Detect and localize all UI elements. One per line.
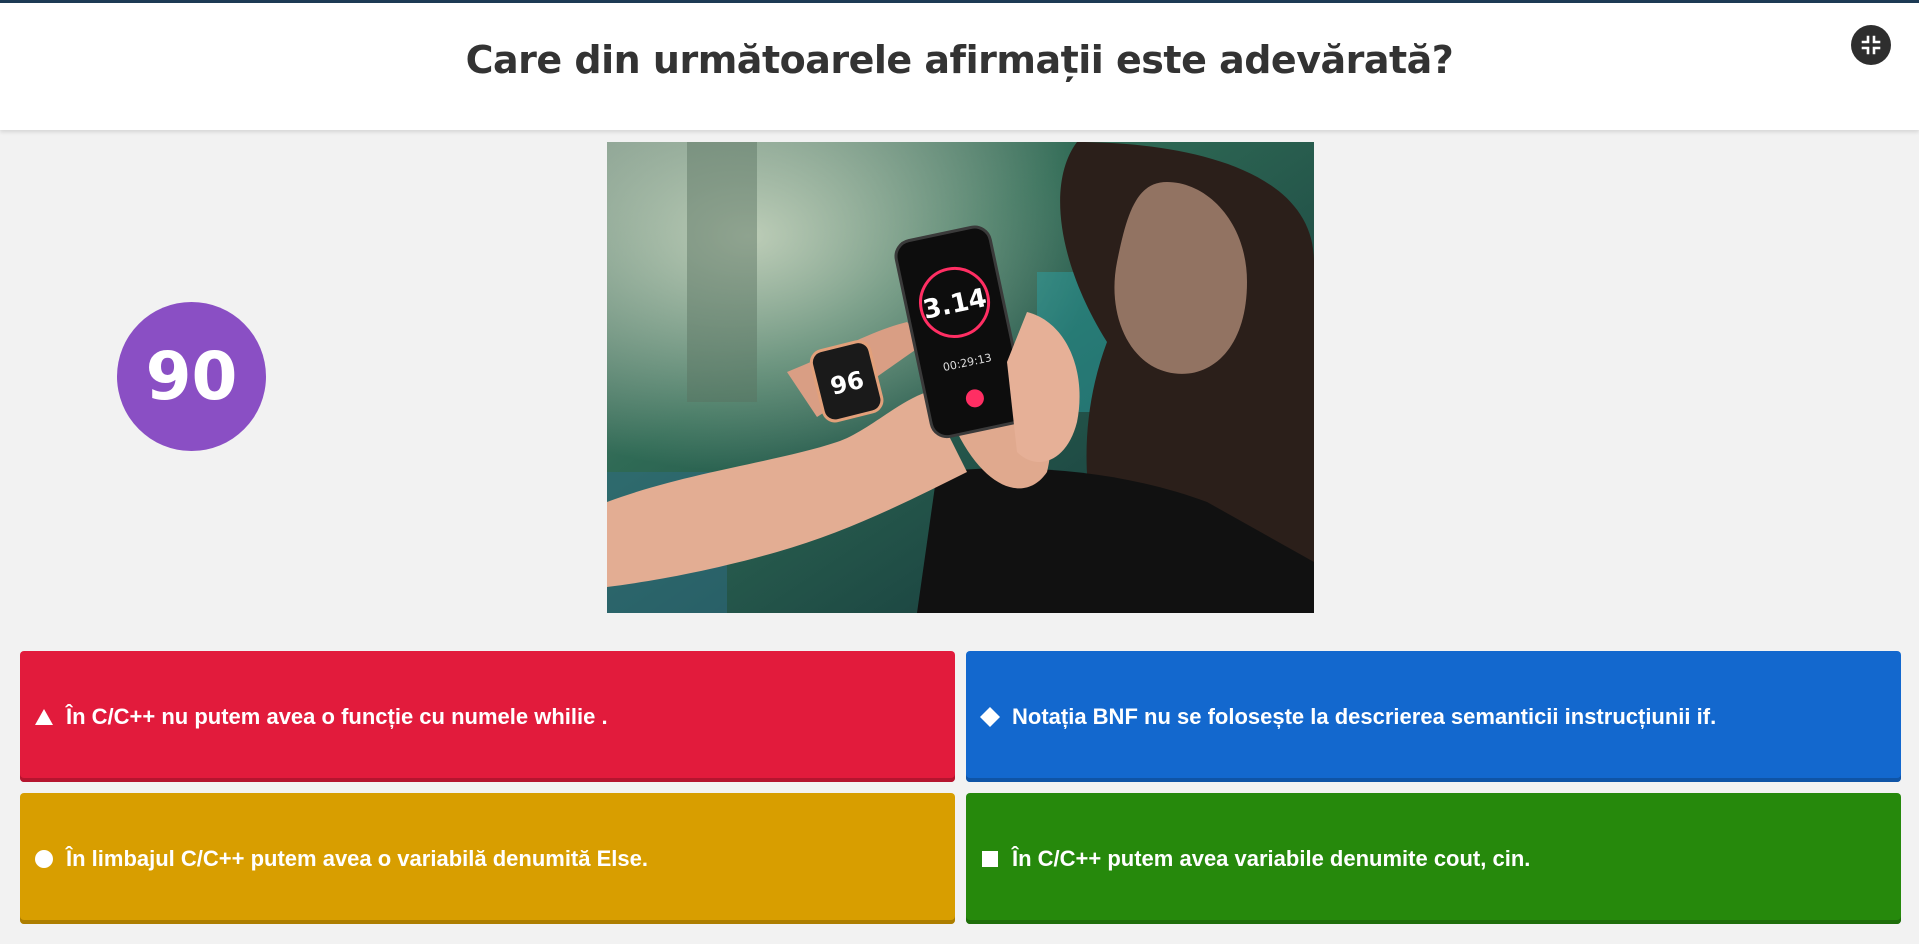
answer-option-1[interactable]: În C/C++ nu putem avea o funcție cu nume…	[20, 651, 955, 782]
answer-text: În C/C++ nu putem avea o funcție cu nume…	[66, 703, 608, 729]
countdown-timer: 90	[117, 302, 266, 451]
square-icon	[980, 849, 1000, 869]
answer-text: În limbajul C/C++ putem avea o variabilă…	[66, 845, 648, 871]
circle-icon	[34, 849, 54, 869]
question-image: 96 3.14 00:29:13	[607, 142, 1314, 613]
question-header: Care din următoarele afirmații este adev…	[0, 3, 1919, 130]
triangle-icon	[34, 707, 54, 727]
diamond-icon	[980, 706, 1000, 727]
answer-option-4[interactable]: În C/C++ putem avea variabile denumite c…	[966, 793, 1901, 924]
timer-value: 90	[145, 338, 238, 415]
fullscreen-button[interactable]	[1851, 25, 1891, 65]
answer-option-2[interactable]: Notația BNF nu se folosește la descriere…	[966, 651, 1901, 782]
answer-text: Notația BNF nu se folosește la descriere…	[1012, 703, 1717, 729]
question-title: Care din următoarele afirmații este adev…	[465, 37, 1454, 82]
answer-text: În C/C++ putem avea variabile denumite c…	[1012, 845, 1531, 871]
fullscreen-exit-icon	[1861, 35, 1881, 55]
answer-option-3[interactable]: În limbajul C/C++ putem avea o variabilă…	[20, 793, 955, 924]
